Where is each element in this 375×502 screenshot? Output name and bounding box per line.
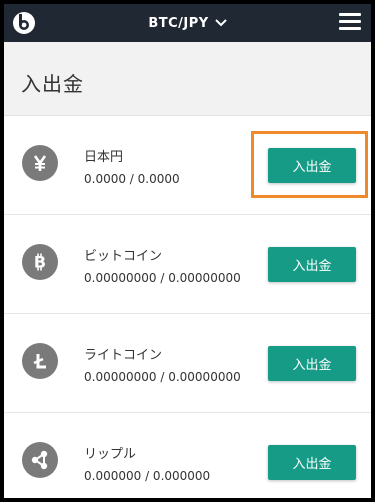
yen-icon: [22, 145, 58, 181]
account-name: ビットコイン: [84, 249, 163, 264]
app-frame: BTC/JPY 入出金 日本円 0.0000 / 0.0000 入出金 B ビッ…: [4, 4, 371, 498]
ripple-icon: [22, 442, 58, 478]
hamburger-menu-icon[interactable]: [339, 13, 361, 31]
account-balance: 0.00000000 / 0.00000000: [84, 370, 241, 384]
account-name: リップル: [84, 447, 137, 462]
account-balance: 0.0000 / 0.0000: [84, 172, 180, 186]
deposit-withdraw-button-btc[interactable]: 入出金: [268, 247, 356, 282]
chevron-down-icon: [214, 19, 227, 27]
pair-label: BTC/JPY: [148, 15, 209, 31]
bitcoin-icon: B: [22, 244, 58, 280]
litecoin-icon: [22, 343, 58, 379]
account-row-xrp: リップル 0.000000 / 0.000000 入出金: [4, 413, 371, 498]
account-name: 日本円: [84, 150, 124, 165]
account-row-ltc: ライトコイン 0.00000000 / 0.00000000 入出金: [4, 314, 371, 413]
account-list: 日本円 0.0000 / 0.0000 入出金 B ビットコイン 0.00000…: [4, 116, 371, 498]
deposit-withdraw-button-jpy[interactable]: 入出金: [268, 148, 356, 183]
page-header: 入出金: [4, 42, 371, 116]
account-name: ライトコイン: [84, 348, 163, 363]
account-row-btc: B ビットコイン 0.00000000 / 0.00000000 入出金: [4, 215, 371, 314]
page-title: 入出金: [21, 72, 84, 96]
pair-selector[interactable]: BTC/JPY: [148, 15, 227, 31]
account-balance: 0.00000000 / 0.00000000: [84, 271, 241, 285]
deposit-withdraw-button-xrp[interactable]: 入出金: [268, 445, 356, 480]
svg-text:B: B: [34, 253, 46, 272]
account-balance: 0.000000 / 0.000000: [84, 469, 211, 483]
deposit-withdraw-button-ltc[interactable]: 入出金: [268, 346, 356, 381]
bitbank-logo-icon[interactable]: [12, 11, 36, 35]
top-navbar: BTC/JPY: [4, 4, 371, 42]
account-row-jpy: 日本円 0.0000 / 0.0000 入出金: [4, 116, 371, 215]
